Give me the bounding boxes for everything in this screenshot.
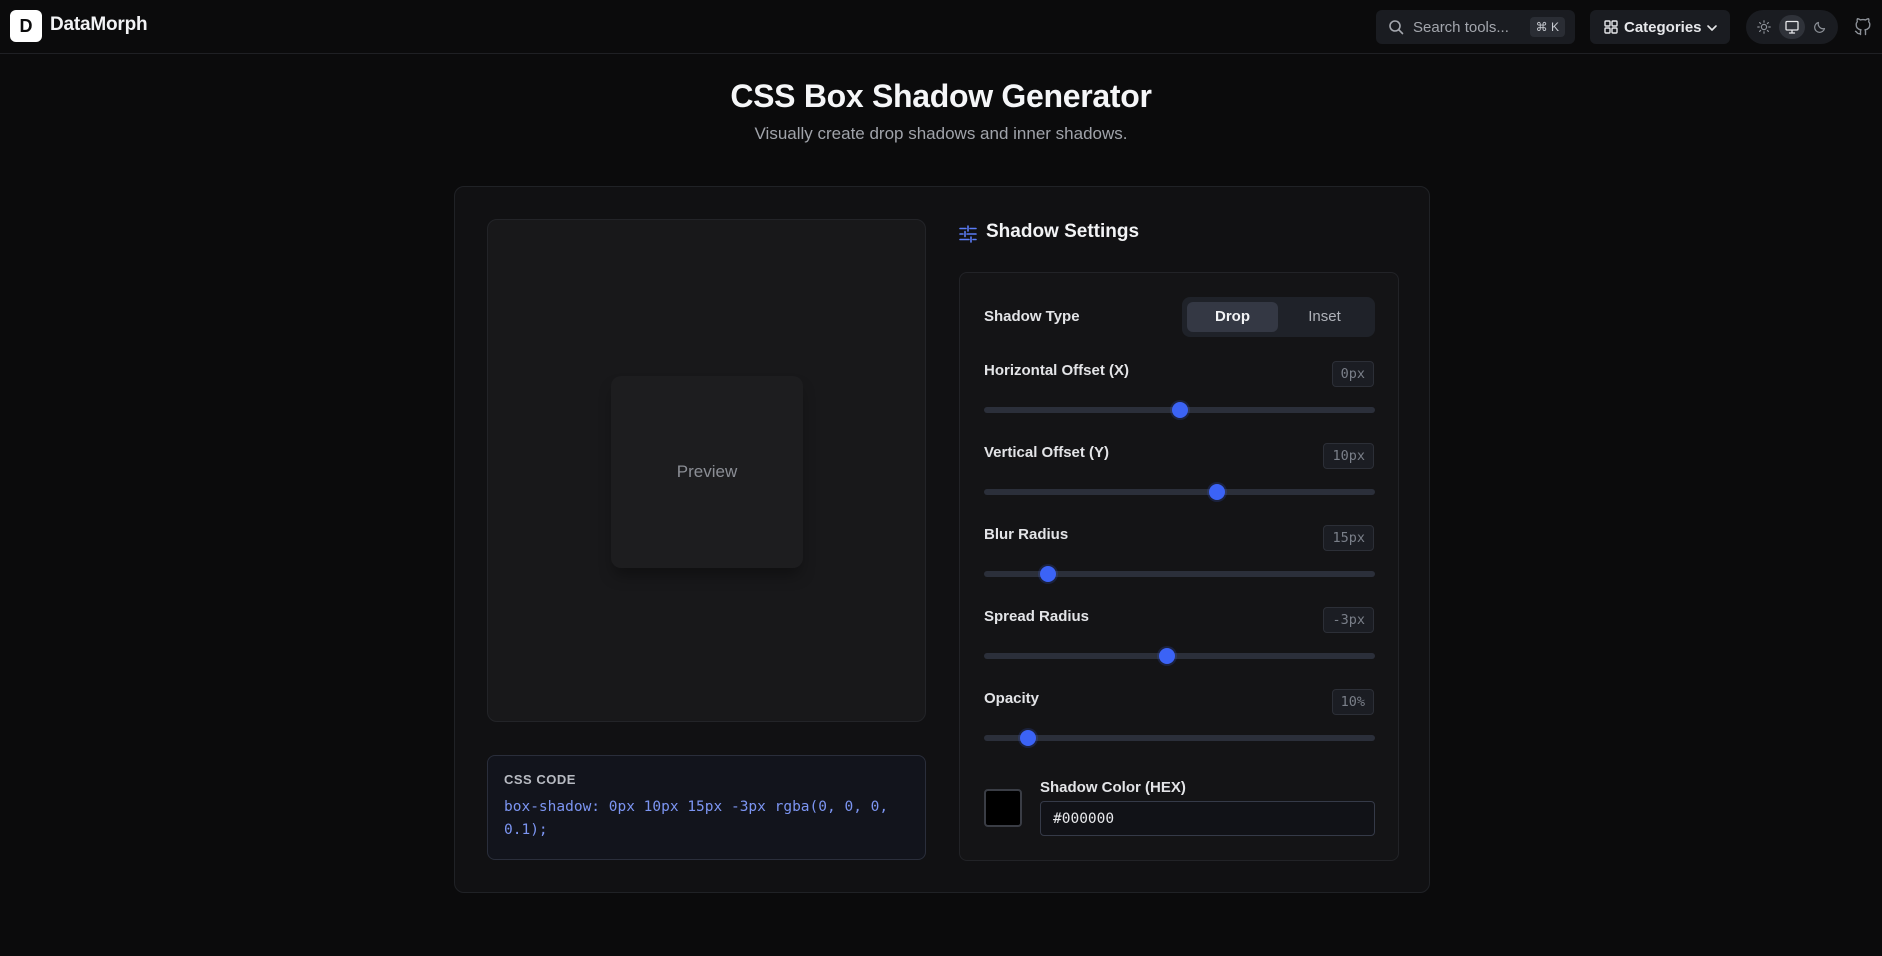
blur-radius-value: 15px: [1323, 525, 1374, 551]
shadow-type-label: Shadow Type: [984, 308, 1080, 325]
opacity-value: 10%: [1331, 689, 1374, 715]
sun-icon: [1757, 20, 1771, 34]
shadow-color-swatch[interactable]: [984, 789, 1022, 827]
categories-dropdown[interactable]: Categories: [1590, 10, 1730, 44]
opacity-label: Opacity: [984, 690, 1040, 707]
settings-panel: Shadow Type Drop Inset Horizontal Offset…: [959, 272, 1399, 861]
page-title: CSS Box Shadow Generator: [730, 78, 1152, 114]
preview-box: Preview: [611, 376, 803, 568]
slider-thumb[interactable]: [1039, 566, 1056, 582]
logo-mark[interactable]: D: [10, 10, 42, 42]
opacity-slider[interactable]: [984, 730, 1375, 746]
horizontal-offset-value: 0px: [1331, 361, 1374, 387]
theme-system-button[interactable]: [1779, 15, 1805, 39]
categories-label: Categories: [1624, 19, 1702, 36]
shadow-color-input[interactable]: [1040, 801, 1375, 836]
preview-area: Preview: [487, 219, 926, 722]
spread-radius-slider[interactable]: [984, 648, 1375, 664]
spread-radius-label: Spread Radius: [984, 608, 1090, 625]
github-icon[interactable]: [1853, 16, 1873, 36]
grid-icon: [1604, 20, 1618, 34]
page-subtitle: Visually create drop shadows and inner s…: [754, 124, 1128, 143]
shadow-type-drop-button[interactable]: Drop: [1187, 302, 1278, 332]
generator-card: Preview CSS CODE box-shadow: 0px 10px 15…: [454, 186, 1430, 893]
shadow-color-label: Shadow Color (HEX): [1040, 779, 1186, 796]
moon-icon: [1814, 21, 1826, 33]
brand-name[interactable]: DataMorph: [50, 14, 148, 36]
vertical-offset-value: 10px: [1323, 443, 1374, 469]
horizontal-offset-slider[interactable]: [984, 402, 1375, 418]
search-button[interactable]: Search tools... ⌘ K: [1376, 10, 1575, 44]
blur-radius-slider[interactable]: [984, 566, 1375, 582]
search-icon: [1389, 20, 1404, 35]
slider-thumb[interactable]: [1158, 648, 1175, 664]
theme-light-button[interactable]: [1751, 15, 1777, 39]
slider-track: [984, 489, 1375, 495]
slider-thumb[interactable]: [1171, 402, 1188, 418]
slider-track: [984, 735, 1375, 741]
css-code-title: CSS CODE: [504, 772, 576, 787]
slider-thumb[interactable]: [1020, 730, 1037, 746]
shadow-type-toggle: Drop Inset: [1182, 297, 1375, 337]
top-navbar: D DataMorph Search tools... ⌘ K Categori…: [0, 0, 1882, 54]
blur-radius-label: Blur Radius: [984, 526, 1069, 543]
slider-thumb[interactable]: [1208, 484, 1225, 500]
vertical-offset-label: Vertical Offset (Y): [984, 444, 1110, 461]
theme-dark-button[interactable]: [1807, 15, 1833, 39]
preview-label: Preview: [676, 462, 738, 481]
theme-switcher: [1746, 10, 1838, 44]
css-code-output[interactable]: box-shadow: 0px 10px 15px -3px rgba(0, 0…: [504, 796, 909, 842]
horizontal-offset-label: Horizontal Offset (X): [984, 362, 1129, 379]
css-code-box[interactable]: CSS CODE box-shadow: 0px 10px 15px -3px …: [487, 755, 926, 860]
shadow-type-inset-button[interactable]: Inset: [1279, 302, 1370, 332]
monitor-icon: [1785, 20, 1799, 34]
vertical-offset-slider[interactable]: [984, 484, 1375, 500]
slider-track: [984, 653, 1375, 659]
search-shortcut-badge: ⌘ K: [1529, 17, 1565, 37]
sliders-icon: [959, 225, 977, 243]
spread-radius-value: -3px: [1323, 607, 1374, 633]
settings-title: Shadow Settings: [986, 221, 1140, 242]
search-placeholder: Search tools...: [1413, 19, 1509, 36]
chevron-down-icon: [1707, 25, 1717, 31]
